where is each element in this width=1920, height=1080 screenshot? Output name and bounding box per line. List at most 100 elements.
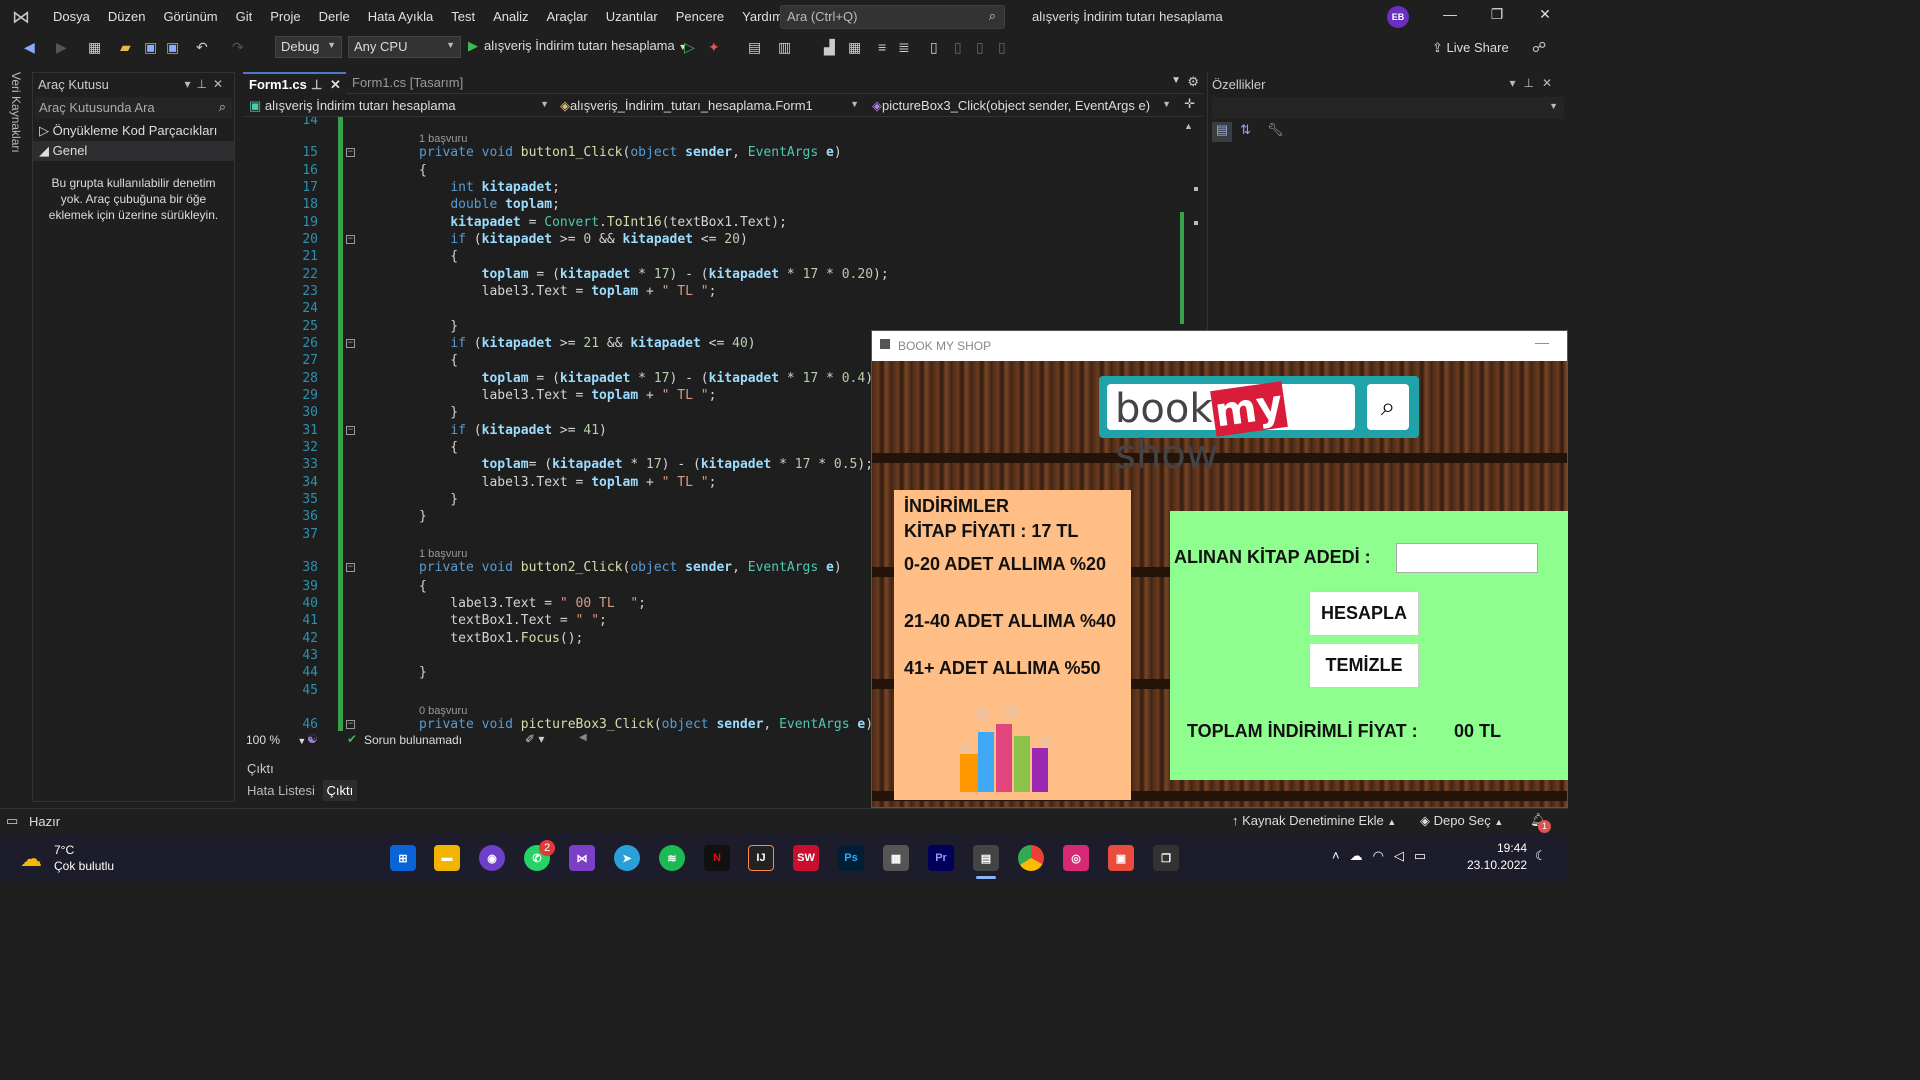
- fold-icon[interactable]: −: [346, 235, 355, 244]
- menu-test[interactable]: Test: [442, 0, 484, 34]
- categorized-icon[interactable]: ▤: [1212, 122, 1232, 142]
- system-tray-icons[interactable]: ˄☁◠◁▭: [1332, 848, 1436, 864]
- spotify-icon[interactable]: ≋: [659, 845, 685, 871]
- menu-proje[interactable]: Proje: [261, 0, 309, 34]
- new-project-icon[interactable]: ▦: [88, 39, 101, 56]
- intellij-icon[interactable]: IJ: [748, 845, 774, 871]
- back-icon[interactable]: ◀: [24, 39, 35, 56]
- menu-gorunum[interactable]: Görünüm: [154, 0, 226, 34]
- weather-icon[interactable]: ☁: [20, 846, 42, 872]
- reference-count[interactable]: 1 başvuru: [419, 133, 467, 145]
- bookmark-next-icon[interactable]: ▯: [976, 39, 984, 56]
- file-explorer-icon[interactable]: ▬: [434, 845, 460, 871]
- pin-icon[interactable]: ⊥: [196, 77, 212, 91]
- save-icon[interactable]: ▣: [144, 39, 157, 56]
- start-icon[interactable]: ⊞: [390, 845, 416, 871]
- tab-form1-cs[interactable]: Form1.cs ⊥ ✕: [243, 72, 346, 94]
- minimize-icon[interactable]: —: [1435, 6, 1465, 22]
- tab-output[interactable]: Çıktı: [322, 780, 358, 801]
- menu-analiz[interactable]: Analiz: [484, 0, 537, 34]
- tab-error-list[interactable]: Hata Listesi: [243, 780, 319, 801]
- property-pages-icon[interactable]: 🔧︎: [1265, 122, 1285, 142]
- close-icon[interactable]: ✕: [213, 77, 229, 91]
- menu-araclar[interactable]: Araçlar: [538, 0, 597, 34]
- forward-icon[interactable]: ▶: [56, 39, 67, 56]
- reference-count[interactable]: 1 başvuru: [419, 548, 467, 560]
- chevron-down-icon[interactable]: ▾: [1509, 76, 1523, 90]
- scroll-thumb[interactable]: [1194, 187, 1198, 191]
- fold-icon[interactable]: −: [346, 426, 355, 435]
- scroll-up-icon[interactable]: ▲: [1184, 121, 1193, 131]
- run-button[interactable]: ▶ alışveriş İndirim tutarı hesaplama ▼: [468, 38, 687, 54]
- toolbox-group-snippets[interactable]: ▷ Önyükleme Kod Parçacıkları: [33, 121, 234, 141]
- visual-studio-logo-icon[interactable]: ⋈: [10, 6, 32, 28]
- do-not-disturb-icon[interactable]: ☾: [1535, 848, 1547, 864]
- code-cleanup-icon[interactable]: ✐ ▾: [525, 732, 544, 746]
- minimize-icon[interactable]: —: [1535, 334, 1549, 350]
- netflix-icon[interactable]: N: [704, 845, 730, 871]
- github-desktop-icon[interactable]: ◉: [479, 845, 505, 871]
- close-icon[interactable]: ✕: [330, 77, 341, 93]
- search-icon[interactable]: ⌕: [1367, 384, 1409, 430]
- issues-status[interactable]: Sorun bulunamadı: [364, 733, 462, 747]
- clock-time[interactable]: 19:44: [1467, 841, 1527, 855]
- maximize-icon[interactable]: ❐: [1482, 6, 1512, 23]
- fold-icon[interactable]: −: [346, 720, 355, 729]
- class-dropdown[interactable]: ◈alışveriş_İndirim_tutarı_hesaplama.Form…: [556, 96, 863, 116]
- project-dropdown[interactable]: ▣ alışveriş İndirim tutarı hesaplama ▼: [245, 96, 553, 116]
- fold-icon[interactable]: −: [346, 148, 355, 157]
- source-control-button[interactable]: ↑ Kaynak Denetimine Ekle ▲: [1232, 813, 1396, 828]
- menu-derle[interactable]: Derle: [310, 0, 359, 34]
- avatar[interactable]: EB: [1387, 6, 1409, 28]
- hot-reload-icon[interactable]: ✦: [708, 39, 720, 56]
- task-view-icon[interactable]: ❐: [1153, 845, 1179, 871]
- indent-icon[interactable]: ≡: [878, 39, 886, 55]
- live-share-button[interactable]: ⇪ Live Share: [1432, 40, 1509, 56]
- clear-button[interactable]: TEMİZLE: [1309, 643, 1419, 688]
- calculate-button[interactable]: HESAPLA: [1309, 591, 1419, 636]
- bookmark-icon[interactable]: ▯: [930, 39, 938, 56]
- member-dropdown[interactable]: ◈pictureBox3_Click(object sender, EventA…: [868, 96, 1175, 116]
- photoshop-icon[interactable]: Ps: [838, 845, 864, 871]
- pin-icon[interactable]: ⊥: [1523, 76, 1541, 90]
- platform-select[interactable]: Any CPU ▼: [348, 36, 461, 58]
- intellicode-icon[interactable]: ☯: [307, 732, 318, 746]
- chevron-down-icon[interactable]: ▾: [184, 77, 196, 91]
- zoom-select[interactable]: 100 % ▼: [246, 733, 306, 747]
- book-count-input[interactable]: [1396, 543, 1538, 573]
- pin-icon[interactable]: ⊥: [311, 77, 322, 93]
- codelens-reference[interactable]: 1 başvuru: [243, 129, 1178, 146]
- config-select[interactable]: Debug ▼: [275, 36, 342, 58]
- telegram-icon[interactable]: ➤: [614, 845, 640, 871]
- instagram-icon[interactable]: ◎: [1063, 845, 1089, 871]
- pointer-icon[interactable]: ▟: [824, 39, 835, 56]
- save-all-icon[interactable]: ▣: [166, 39, 179, 56]
- menu-git[interactable]: Git: [227, 0, 262, 34]
- tab-list-icon[interactable]: ▼: [1171, 75, 1181, 86]
- bookmark-clear-icon[interactable]: ▯: [998, 39, 1006, 56]
- outdent-icon[interactable]: ≣: [898, 39, 910, 56]
- menu-uzantilar[interactable]: Uzantılar: [597, 0, 667, 34]
- run-without-debug-icon[interactable]: ▷: [684, 39, 695, 56]
- split-icon[interactable]: ✛: [1184, 96, 1195, 112]
- close-icon[interactable]: ✕: [1530, 6, 1560, 23]
- close-icon[interactable]: ✕: [1542, 76, 1560, 90]
- premiere-icon[interactable]: Pr: [928, 845, 954, 871]
- open-folder-icon[interactable]: ▰: [120, 39, 131, 56]
- fold-icon[interactable]: −: [346, 563, 355, 572]
- bookmark-prev-icon[interactable]: ▯: [954, 39, 962, 56]
- app-icon[interactable]: ▣: [1108, 845, 1134, 871]
- chrome-icon[interactable]: [1018, 845, 1044, 871]
- layout-icon[interactable]: ▥: [778, 39, 791, 56]
- toolbox-search-input[interactable]: Araç Kutusunda Ara ⌕: [35, 97, 232, 119]
- align-icon[interactable]: ▦: [848, 39, 861, 56]
- toolbar-tool-icon[interactable]: ▤: [748, 39, 761, 56]
- redo-icon[interactable]: ↷: [232, 39, 244, 56]
- visual-studio-icon[interactable]: ⋈: [569, 845, 595, 871]
- menu-dosya[interactable]: Dosya: [44, 0, 99, 34]
- properties-object-select[interactable]: ▼: [1212, 97, 1564, 119]
- scroll-left-icon[interactable]: ◀: [579, 732, 587, 743]
- calculator-icon[interactable]: ▦: [883, 845, 909, 871]
- solidworks-icon[interactable]: SW: [793, 845, 819, 871]
- undo-icon[interactable]: ↶: [196, 39, 208, 56]
